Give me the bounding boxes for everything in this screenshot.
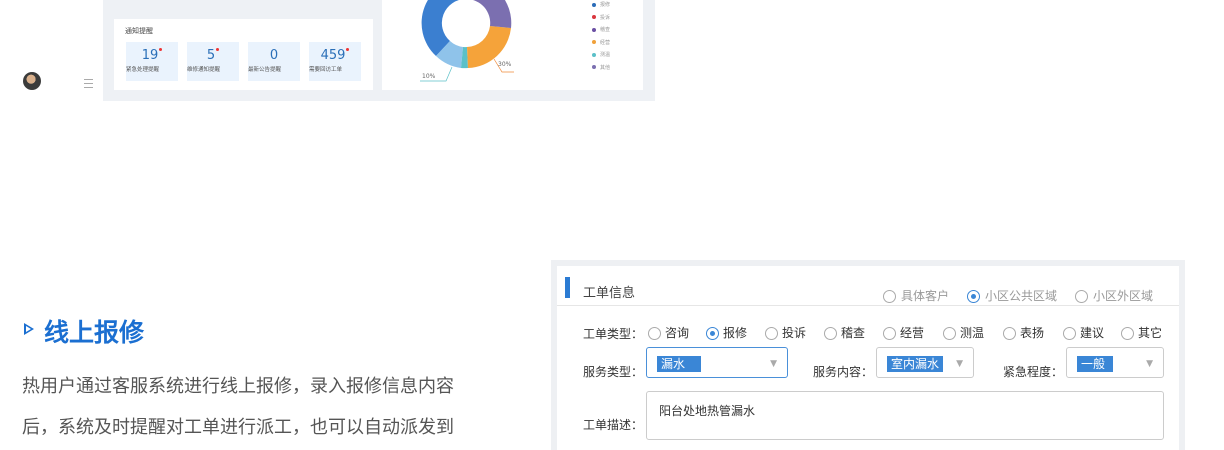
radio-icon [824,327,837,340]
legend-item[interactable]: 投诉 [592,15,610,28]
description-label: 工单描述： [583,418,644,432]
radio-icon [943,327,956,340]
radio-icon [883,327,896,340]
legend-item[interactable]: 稽查 [592,27,610,40]
legend-dot-icon [592,40,596,44]
legend-dot-icon [592,65,596,69]
type-option-repair[interactable]: 报修 [706,324,747,341]
desc-line: 热用户通过客服系统进行线上报修，录入报修信息内容 [22,376,454,397]
selected-tag: 一般 [1077,356,1114,372]
alert-dot-icon [159,48,163,51]
radio-checked-icon [967,290,980,303]
pct-label: 10% [422,73,436,80]
selected-tag: 漏水 [657,356,702,372]
urgency-select[interactable]: 一般 ▼ [1066,347,1164,378]
stat-value: 5 [206,48,216,63]
service-content-select[interactable]: 室内漏水 ▼ [876,347,974,378]
legend-item[interactable]: 测温 [592,52,610,65]
chevron-down-icon: ▼ [770,359,777,369]
donut-slice-purple [472,0,512,28]
legend-dot-icon [592,27,596,32]
legend-item[interactable]: 经营 [592,40,610,53]
legend-dot-icon [592,52,596,57]
urgency-label: 紧急程度： [1003,365,1064,379]
stat-notice[interactable]: 0 最新公告提醒 [248,42,300,81]
dashboard-preview: 通知提醒 19 紧急处理提醒 5 维修通知提醒 0 最新公告提醒 459 需要回… [0,0,655,101]
section-title: 工单信息 [583,286,636,301]
type-option-suggestion[interactable]: 建议 [1063,324,1104,341]
radio-icon [883,290,896,303]
stat-followup[interactable]: 459 需要回访工单 [309,42,361,81]
type-option-consult[interactable]: 咨询 [648,324,689,341]
legend-dot-icon [592,2,596,7]
play-arrow-icon-inner [26,326,31,332]
desc-line: 后，系统及时提醒对工单进行派工，也可以自动派发到 [22,417,454,438]
legend-item[interactable]: 其他 [592,65,610,78]
scope-radio-outside[interactable]: 小区外区域 [1075,287,1153,304]
chart-card: 30% 10% 报修 投诉 稽查 经营 测温 其他 [382,0,643,90]
pct-label: 30% [498,61,512,68]
feature-title: 线上报修 [44,318,145,347]
radio-icon [765,327,778,340]
type-option-other[interactable]: 其它 [1121,324,1162,341]
notice-card: 通知提醒 19 紧急处理提醒 5 维修通知提醒 0 最新公告提醒 459 需要回… [114,19,373,90]
service-type-label: 服务类型： [583,365,644,379]
radio-icon [1063,327,1076,340]
radio-checked-icon [706,327,719,340]
legend-dot-icon [592,15,596,19]
selected-tag: 室内漏水 [887,356,944,372]
stat-label: 需要回访工单 [309,67,343,73]
service-type-select[interactable]: 漏水 ▼ [646,347,788,378]
radio-icon [1003,327,1016,340]
stat-value: 19 [141,48,159,63]
stat-label: 最新公告提醒 [248,67,282,73]
radio-icon [1121,327,1134,340]
feature-description: 热用户通过客服系统进行线上报修，录入报修信息内容 后，系统及时提醒对工单进行派工… [22,366,522,448]
stat-label: 维修通知提醒 [187,67,221,73]
type-option-complaint[interactable]: 投诉 [765,324,806,341]
avatar[interactable] [23,72,41,90]
chart-legend: 报修 投诉 稽查 经营 测温 其他 [592,2,610,77]
legend-item[interactable]: 报修 [592,2,610,15]
radio-icon [1075,290,1088,303]
divider [557,305,1179,306]
stat-label: 紧急处理提醒 [126,67,160,73]
type-label: 工单类型： [583,327,644,341]
type-option-temperature[interactable]: 测温 [943,324,984,341]
section-accent-bar [565,277,570,298]
alert-dot-icon [216,48,220,51]
stat-repair[interactable]: 5 维修通知提醒 [187,42,239,81]
chevron-down-icon: ▼ [1146,359,1153,369]
radio-icon [648,327,661,340]
service-content-label: 服务内容： [813,365,874,379]
scope-radio-customer[interactable]: 具体客户 [883,287,949,304]
type-option-business[interactable]: 经营 [883,324,924,341]
stat-value: 459 [320,48,346,63]
chevron-down-icon: ▼ [956,359,963,369]
alert-dot-icon [346,48,350,51]
stat-urgent[interactable]: 19 紧急处理提醒 [126,42,178,81]
stat-value: 0 [269,48,279,63]
menu-icon[interactable] [84,79,93,88]
type-option-inspection[interactable]: 稽查 [824,324,865,341]
description-textarea[interactable]: 阳台处地热管漏水 [646,391,1164,440]
work-order-form: 工单信息 具体客户 小区公共区域 小区外区域 工单类型： 咨询 报修 投诉 稽查… [551,260,1185,450]
notice-title: 通知提醒 [125,27,153,35]
type-option-praise[interactable]: 表扬 [1003,324,1044,341]
scope-radio-community-public[interactable]: 小区公共区域 [967,287,1057,304]
